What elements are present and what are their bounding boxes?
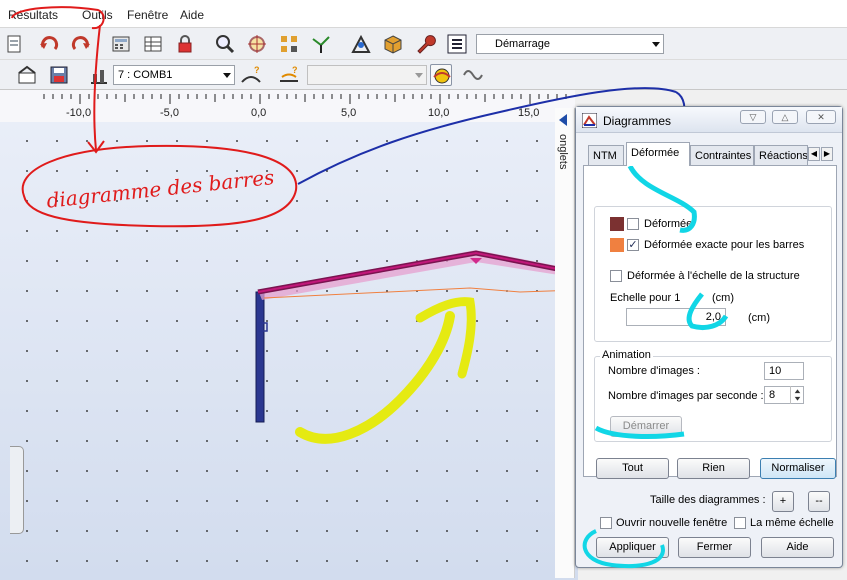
view-combo[interactable]: Démarrage bbox=[476, 34, 664, 54]
chevron-down-icon bbox=[652, 42, 660, 47]
menu-bar: Résultats Outils Fenêtre Aide bbox=[0, 0, 847, 28]
taille-plus-button[interactable]: + bbox=[772, 491, 794, 512]
deformed-shape-icon[interactable] bbox=[430, 64, 452, 86]
arrow-left-icon[interactable] bbox=[559, 114, 567, 126]
structure-icon[interactable] bbox=[350, 33, 372, 55]
tab-scroll-right-icon[interactable]: ▶ bbox=[821, 147, 833, 161]
cyan-appliquer-annotation bbox=[582, 529, 665, 568]
tab-contraintes[interactable]: Contraintes bbox=[690, 145, 754, 165]
tab-label: Déformée bbox=[631, 147, 680, 159]
tout-button[interactable]: Tout bbox=[596, 458, 669, 479]
diagrammes-dialog: Diagrammes ▽ △ ✕ NTM Déformée Contrainte… bbox=[575, 106, 843, 568]
tab-reactions[interactable]: Réactions bbox=[754, 145, 808, 165]
zoom-target-icon[interactable] bbox=[246, 33, 268, 55]
cyan-stroke-echelle bbox=[686, 292, 729, 331]
chevron-down-icon bbox=[415, 73, 423, 78]
tab-deformee[interactable]: Déformée bbox=[626, 142, 690, 166]
main-toolbar: Démarrage bbox=[0, 28, 847, 60]
lock-icon[interactable] bbox=[174, 33, 196, 55]
save-icon[interactable] bbox=[48, 64, 70, 86]
ruler-label: -5,0 bbox=[160, 107, 179, 119]
member-query-icon[interactable]: ? bbox=[278, 64, 300, 86]
column-member[interactable] bbox=[255, 291, 265, 423]
calculator-icon[interactable] bbox=[110, 33, 132, 55]
dialog-titlebar[interactable]: Diagrammes ▽ △ ✕ bbox=[576, 107, 842, 133]
view-combo-value: Démarrage bbox=[495, 38, 551, 50]
load-case-icon[interactable] bbox=[88, 64, 110, 86]
wrench-icon[interactable] bbox=[414, 33, 436, 55]
zoom-icon[interactable] bbox=[214, 33, 236, 55]
ruler-label: 10,0 bbox=[428, 107, 450, 119]
result-combo[interactable] bbox=[307, 65, 427, 85]
tab-scroll-left-icon[interactable]: ◀ bbox=[808, 147, 820, 161]
deformee-tab-panel: Déformée ✓ Déformée exacte pour les barr… bbox=[583, 165, 837, 477]
dialog-title: Diagrammes bbox=[603, 114, 672, 128]
collapsed-side-panel[interactable] bbox=[10, 446, 24, 534]
document-icon[interactable] bbox=[4, 33, 26, 55]
svg-text:?: ? bbox=[292, 65, 298, 75]
cyan-stroke-demarrer bbox=[594, 425, 685, 439]
tab-label: Réactions bbox=[759, 150, 808, 162]
ruler-label: 5,0 bbox=[341, 107, 357, 119]
properties-icon[interactable] bbox=[446, 33, 468, 55]
deformation-query-icon[interactable]: ? bbox=[240, 64, 262, 86]
ruler-label: 15,0 bbox=[518, 107, 540, 119]
secondary-toolbar: 7 : COMB1 ? ? bbox=[0, 60, 847, 90]
select-nodes-icon[interactable] bbox=[278, 33, 300, 55]
load-case-combo-value: 7 : COMB1 bbox=[118, 69, 173, 81]
aide-button[interactable]: Aide bbox=[761, 537, 834, 558]
fermer-button[interactable]: Fermer bbox=[678, 537, 751, 558]
frame-view-icon[interactable] bbox=[16, 64, 38, 86]
maximize-button[interactable]: △ bbox=[772, 110, 798, 124]
table-icon[interactable] bbox=[142, 33, 164, 55]
taille-label: Taille des diagrammes : bbox=[650, 494, 766, 506]
tab-ntm[interactable]: NTM bbox=[588, 145, 624, 165]
cube-icon[interactable] bbox=[382, 33, 404, 55]
svg-text:?: ? bbox=[254, 65, 260, 75]
meme-echelle-checkbox[interactable] bbox=[734, 517, 746, 529]
tab-label: Contraintes bbox=[695, 150, 752, 162]
wave-animation-icon[interactable] bbox=[462, 64, 484, 86]
normaliser-button[interactable]: Normaliser bbox=[760, 458, 836, 479]
cyan-annotations bbox=[594, 166, 729, 439]
diagram-app-icon bbox=[582, 113, 597, 128]
undo-icon[interactable] bbox=[38, 33, 60, 55]
support-icon[interactable] bbox=[310, 33, 332, 55]
redo-icon[interactable] bbox=[70, 33, 92, 55]
minimize-button[interactable]: ▽ bbox=[740, 110, 766, 124]
meme-echelle-label: La même échelle bbox=[750, 517, 834, 529]
onglets-label: onglets bbox=[557, 134, 569, 170]
menu-aide[interactable]: Aide bbox=[180, 8, 204, 22]
tab-label: NTM bbox=[593, 150, 617, 162]
close-button[interactable]: ✕ bbox=[806, 110, 836, 124]
chevron-down-icon bbox=[223, 73, 231, 78]
ruler-label: 0,0 bbox=[251, 107, 267, 119]
menu-resultats[interactable]: Résultats bbox=[8, 8, 58, 22]
taille-minus-button[interactable]: -- bbox=[808, 491, 830, 512]
menu-fenetre[interactable]: Fenêtre bbox=[127, 8, 168, 22]
cyan-stroke-deformee bbox=[627, 166, 697, 233]
horizontal-ruler: -10,0 -5,0 0,0 5,0 10,0 15,0 bbox=[0, 90, 575, 122]
rien-button[interactable]: Rien bbox=[677, 458, 750, 479]
load-case-combo[interactable]: 7 : COMB1 bbox=[113, 65, 235, 85]
ruler-label: -10,0 bbox=[66, 107, 92, 119]
onglets-strip[interactable]: onglets bbox=[555, 108, 575, 578]
